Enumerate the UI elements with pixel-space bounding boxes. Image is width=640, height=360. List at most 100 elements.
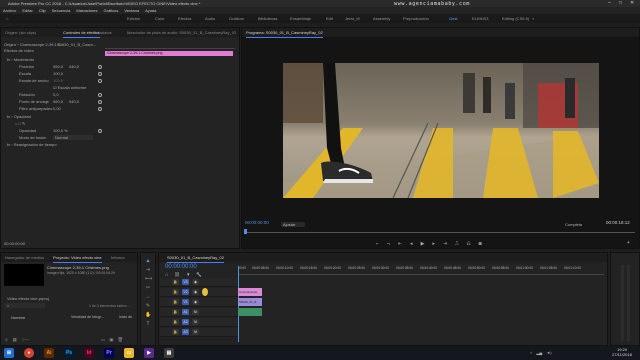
tab-info[interactable]: Informa	[111, 253, 125, 262]
effects-timecode[interactable]: 00:00:00:00	[4, 241, 25, 246]
eye-icon[interactable]: ◉	[192, 289, 199, 295]
new-bin-icon[interactable]: ▭	[101, 337, 105, 343]
program-timecode-left[interactable]: 00:00:00:00	[245, 220, 269, 225]
scale-value[interactable]: 100,0	[53, 71, 63, 76]
maximize-icon[interactable]: □	[619, 0, 622, 7]
lift-icon[interactable]: ⎍	[455, 241, 459, 247]
position-x[interactable]: 960,0	[53, 64, 63, 69]
uniform-scale-check[interactable]: ☑ Escala uniforme	[53, 85, 86, 90]
timeline-ruler[interactable]: 00:00 00:00:05:00 00:00:10:00 00:00:15:0…	[238, 266, 604, 275]
premiere-icon[interactable]: Pr	[104, 348, 114, 358]
lock-icon[interactable]: 🔒	[172, 309, 179, 315]
motion-section[interactable]: fx › Movimiento	[7, 57, 34, 62]
keyframe-icon[interactable]	[98, 93, 102, 97]
workspace-editing[interactable]: Editing (CS5.5)	[502, 14, 529, 23]
keyframe-icon[interactable]	[98, 107, 102, 111]
workspace-edicion[interactable]: Edición	[127, 14, 140, 23]
arrow-up-icon[interactable]: ˄	[530, 350, 532, 355]
media-icon[interactable]: ▶	[144, 348, 154, 358]
step-forward-icon[interactable]: ▸	[432, 241, 435, 247]
lock-icon[interactable]: 🔒	[172, 299, 179, 305]
go-to-out-icon[interactable]: ⇥	[443, 241, 447, 247]
start-icon[interactable]: ⊞	[4, 348, 14, 358]
sequence-label[interactable]: S0030_01_B_Casm...	[57, 42, 96, 47]
lock-icon[interactable]: 🔒	[172, 279, 179, 285]
tab-source[interactable]: Origen: (sin clips)	[5, 28, 36, 37]
scale-width-value[interactable]: 100,0	[53, 78, 63, 83]
chrome-icon[interactable]: ●	[24, 348, 34, 358]
menu-clip[interactable]: Clip	[39, 7, 46, 14]
antiflicker-value[interactable]: 0,00	[53, 106, 61, 111]
tab-media-browser[interactable]: Navegador de medios	[5, 253, 44, 262]
keyframe-icon[interactable]	[98, 79, 102, 83]
play-icon[interactable]: ▶	[421, 241, 425, 247]
workspace-edit[interactable]: Edit	[326, 14, 333, 23]
tab-audio-mixer[interactable]: Mezclador de pista de audio: S0030_01_B_…	[127, 28, 236, 37]
close-icon[interactable]: ✕	[630, 0, 634, 7]
fit-select[interactable]: Ajustar	[281, 222, 305, 227]
eye-icon[interactable]: ◉	[192, 279, 199, 285]
workspace-elenis[interactable]: ELENIS3	[472, 14, 488, 23]
home-icon[interactable]: ⌂	[6, 14, 8, 23]
menu-graficos[interactable]: Gráficos	[104, 7, 119, 14]
hand-tool-icon[interactable]: ✋	[145, 312, 151, 318]
tab-project[interactable]: Proyecto: Video efecto cine	[53, 253, 102, 263]
selection-tool-icon[interactable]: ▲	[145, 258, 151, 264]
menu-ventana[interactable]: Ventana	[124, 7, 139, 14]
column-speed[interactable]: Velocidad de fotogr...	[71, 315, 104, 319]
menu-marcadores[interactable]: Marcadores	[76, 7, 97, 14]
new-item-icon[interactable]: ▣	[109, 337, 113, 343]
workspace-graficos[interactable]: Gráficos	[229, 14, 244, 23]
mark-out-icon[interactable]: ¬	[387, 241, 390, 247]
track-label-v1[interactable]: V1	[182, 299, 189, 305]
column-start[interactable]: Inicio de	[119, 315, 132, 319]
ripple-edit-icon[interactable]: ⟷	[145, 276, 152, 282]
workspace-bibliotecas[interactable]: Bibliotecas	[258, 14, 277, 23]
explorer-icon[interactable]: ▭	[124, 348, 134, 358]
search-input[interactable]: ⌕	[5, 303, 45, 308]
tab-program[interactable]: Programa: S0030_01_B_CasmineyRay_02	[246, 28, 323, 38]
track-label-a3[interactable]: A3	[182, 329, 189, 335]
timeline-timecode[interactable]: 00:00:00:00	[165, 264, 197, 270]
minimize-icon[interactable]: –	[608, 0, 611, 7]
tab-metadata[interactable]: Metadatos	[93, 28, 112, 37]
workspace-preproduccion[interactable]: Preproducción	[403, 14, 429, 23]
track-select-icon[interactable]: ⇥	[145, 267, 151, 273]
eye-icon[interactable]: ◉	[192, 299, 199, 305]
razor-tool-icon[interactable]: ✂	[145, 285, 151, 291]
tab-sequence[interactable]: S0030_01_B_CasmineyRay_02	[167, 253, 224, 263]
mute-icon[interactable]: M	[192, 309, 199, 315]
lock-icon[interactable]: 🔒	[172, 329, 179, 335]
pen-tool-icon[interactable]: ✎	[145, 303, 151, 309]
column-name[interactable]: Nombre	[11, 315, 25, 320]
type-tool-icon[interactable]: T	[145, 321, 151, 327]
menu-archivo[interactable]: Archivo	[3, 7, 16, 14]
mark-in-icon[interactable]: ⌐	[376, 241, 379, 247]
clip-a1[interactable]	[238, 308, 262, 316]
slip-tool-icon[interactable]: ↔	[145, 294, 151, 300]
time-remap-section[interactable]: fx › Reasignación de tiempo	[7, 142, 57, 147]
workspace-audio[interactable]: Audio	[205, 14, 215, 23]
clip-bar[interactable]: Cinemascope 2-39-1 Cristmes.png	[105, 51, 233, 56]
mute-icon[interactable]: M	[192, 319, 199, 325]
menu-ayuda[interactable]: Ayuda	[145, 7, 156, 14]
menu-editar[interactable]: Editar	[22, 7, 32, 14]
keyframe-icon[interactable]	[98, 65, 102, 69]
track-label-a1[interactable]: A1	[182, 309, 189, 315]
rotation-value[interactable]: 0,0	[53, 92, 59, 97]
trash-icon[interactable]: 🗑	[118, 337, 124, 343]
go-to-in-icon[interactable]: ⇤	[398, 241, 402, 247]
workspace-color[interactable]: Color	[155, 14, 165, 23]
menu-secuencia[interactable]: Secuencia	[52, 7, 71, 14]
icon-view-icon[interactable]: ▦	[13, 337, 17, 343]
clock[interactable]: 19:20 27/11/2018	[610, 347, 634, 357]
keyframe-icon[interactable]	[98, 72, 102, 76]
playhead-icon[interactable]	[244, 229, 247, 234]
network-icon[interactable]: ▂▄	[536, 350, 542, 355]
list-view-icon[interactable]: ≡	[5, 337, 8, 343]
mask-tools-icon[interactable]: ○ □ ✎	[15, 121, 25, 126]
lock-icon[interactable]: 🔒	[172, 319, 179, 325]
photoshop-icon[interactable]: Ps	[64, 348, 74, 358]
mute-icon[interactable]: M	[192, 329, 199, 335]
volume-icon[interactable]: ◄)	[546, 350, 551, 355]
